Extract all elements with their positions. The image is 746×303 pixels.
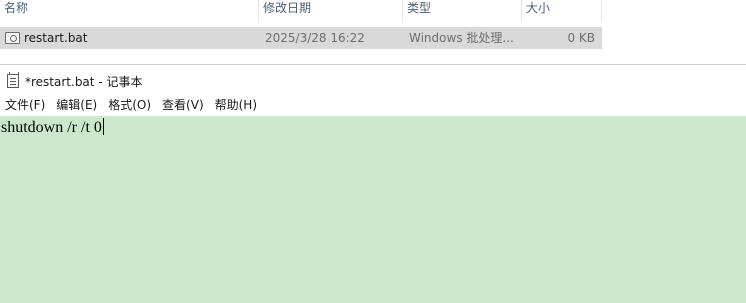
explorer-file-list: 名称 修改日期 类型 大小 restart.bat 2025/3/28 16:2… (0, 0, 746, 64)
menu-bar: 文件(F) 编辑(E) 格式(O) 查看(V) 帮助(H) (0, 95, 746, 115)
notepad-window: *restart.bat - 记事本 文件(F) 编辑(E) 格式(O) 查看(… (0, 64, 746, 303)
column-header-name[interactable]: 名称 (0, 0, 259, 22)
screen: 名称 修改日期 类型 大小 restart.bat 2025/3/28 16:2… (0, 0, 746, 303)
file-name-cell: restart.bat (5, 27, 255, 49)
text-caret (102, 118, 104, 135)
file-row[interactable]: restart.bat 2025/3/28 16:22 Windows 批处理.… (0, 27, 602, 49)
notepad-icon (7, 72, 19, 88)
editor-content-line[interactable]: shutdown /r /t 0 (1, 118, 104, 138)
window-title: *restart.bat - 记事本 (25, 74, 143, 89)
file-type: Windows 批处理... (409, 31, 514, 45)
menu-help[interactable]: 帮助(H) (210, 95, 263, 115)
file-size: 0 KB (567, 31, 595, 45)
file-date: 2025/3/28 16:22 (265, 31, 365, 45)
text-editor-area[interactable]: shutdown /r /t 0 (0, 116, 746, 303)
column-header-date[interactable]: 修改日期 (259, 0, 403, 22)
editor-text: shutdown /r /t 0 (1, 119, 102, 136)
menu-view[interactable]: 查看(V) (157, 95, 210, 115)
bat-file-icon (5, 32, 20, 44)
notepad-titlebar[interactable]: *restart.bat - 记事本 (0, 69, 746, 93)
column-header-type[interactable]: 类型 (403, 0, 522, 22)
column-header-size[interactable]: 大小 (522, 0, 602, 22)
column-header: 名称 修改日期 类型 大小 (0, 0, 603, 22)
menu-file[interactable]: 文件(F) (0, 95, 51, 115)
file-name: restart.bat (24, 31, 88, 45)
menu-format[interactable]: 格式(O) (103, 95, 157, 115)
menu-edit[interactable]: 编辑(E) (51, 95, 103, 115)
